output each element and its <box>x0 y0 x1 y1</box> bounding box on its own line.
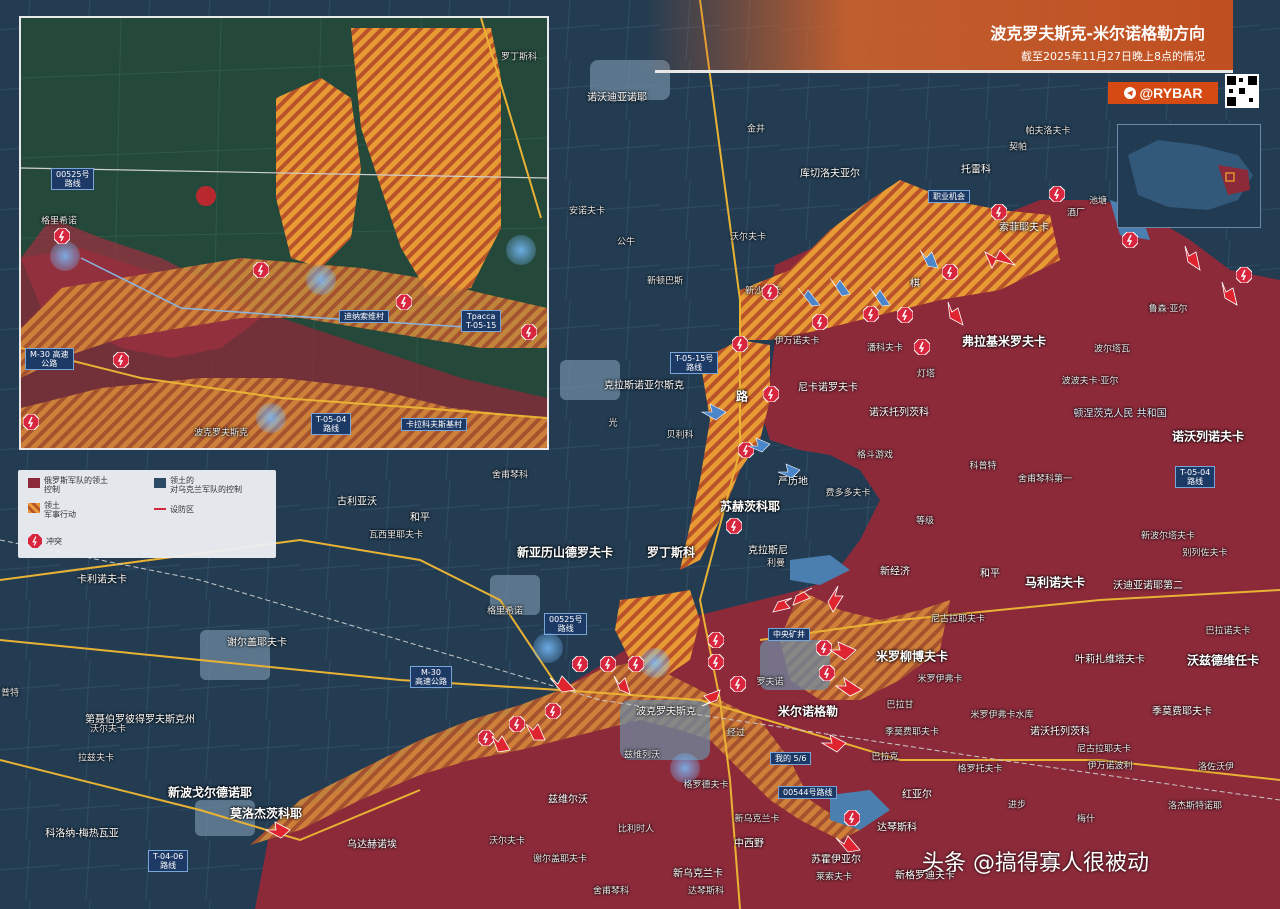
watermark: 头条 @搞得寡人很被动 <box>922 851 1149 876</box>
map-canvas[interactable]: 罗丁斯科 格里希诺 00525号 路线 M-30 高速 公路 迪纳索维村 Тра… <box>0 0 1280 909</box>
attack-arrows <box>265 245 1238 853</box>
